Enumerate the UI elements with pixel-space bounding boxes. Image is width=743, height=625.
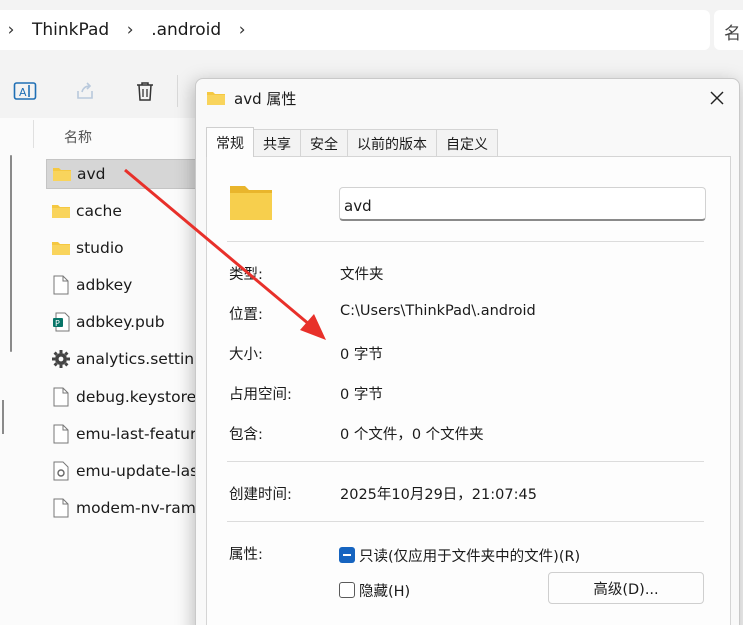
list-item[interactable]: debug.keystore bbox=[46, 382, 206, 412]
advanced-button[interactable]: 高级(D)... bbox=[548, 572, 704, 604]
share-button[interactable] bbox=[70, 78, 100, 104]
breadcrumb: › ThinkPad › .android › bbox=[0, 10, 710, 50]
file-name: emu-update-last bbox=[76, 462, 205, 480]
folder-icon bbox=[51, 238, 71, 258]
close-icon bbox=[710, 91, 724, 105]
explorer-window: › ThinkPad › .android › 名 A 名称 avd cache… bbox=[0, 0, 743, 625]
chevron-right-icon[interactable]: › bbox=[231, 20, 253, 40]
delete-icon bbox=[137, 82, 153, 101]
column-divider bbox=[33, 120, 34, 148]
created-value: 2025年10月29日，21:07:45 bbox=[340, 487, 537, 503]
file-name: adbkey bbox=[76, 276, 133, 294]
list-item[interactable]: P adbkey.pub bbox=[46, 307, 206, 337]
file-name: studio bbox=[76, 239, 124, 257]
chevron-right-icon[interactable]: › bbox=[119, 20, 141, 40]
dialog-title-bar: avd 属性 bbox=[206, 87, 296, 109]
dialog-title: avd 属性 bbox=[234, 89, 297, 108]
properties-dialog: avd 属性 常规 共享 安全 以前的版本 自定义 类型: bbox=[195, 78, 740, 625]
publisher-file-icon: P bbox=[51, 312, 71, 332]
file-name: adbkey.pub bbox=[76, 313, 165, 331]
hidden-label[interactable]: 隐藏(H) bbox=[359, 580, 410, 601]
contains-value: 0 个文件，0 个文件夹 bbox=[340, 427, 484, 443]
delete-button[interactable] bbox=[130, 78, 160, 104]
created-label: 创建时间: bbox=[229, 487, 292, 503]
file-name: avd bbox=[77, 165, 106, 183]
tab-previous-versions[interactable]: 以前的版本 bbox=[347, 129, 437, 157]
list-item[interactable]: studio bbox=[46, 233, 206, 263]
location-label: 位置: bbox=[229, 307, 263, 323]
toolbar: A bbox=[0, 60, 200, 120]
column-header-name[interactable]: 名称 bbox=[64, 127, 92, 147]
folder-icon bbox=[206, 88, 226, 108]
list-item[interactable]: adbkey bbox=[46, 270, 206, 300]
search-box-stub[interactable]: 名 bbox=[714, 10, 743, 50]
list-item[interactable]: avd bbox=[46, 159, 206, 189]
divider bbox=[227, 461, 704, 462]
list-item[interactable]: modem-nv-ram- bbox=[46, 493, 206, 523]
file-icon bbox=[51, 498, 71, 518]
svg-text:P: P bbox=[55, 319, 60, 328]
breadcrumb-android[interactable]: .android bbox=[141, 20, 231, 40]
type-label: 类型: bbox=[229, 267, 263, 283]
vertical-scrollbar[interactable] bbox=[10, 155, 12, 352]
file-name: analytics.settings bbox=[76, 350, 206, 368]
file-name: modem-nv-ram- bbox=[76, 499, 202, 517]
size-on-disk-label: 占用空间: bbox=[229, 387, 292, 403]
list-item[interactable]: emu-update-last bbox=[46, 456, 206, 486]
general-tab-panel: 类型: 文件夹 位置: C:\Users\ThinkPad\.android 大… bbox=[206, 156, 731, 625]
contains-label: 包含: bbox=[229, 427, 263, 443]
file-icon bbox=[51, 275, 71, 295]
rename-button[interactable]: A bbox=[10, 78, 40, 104]
tab-sharing[interactable]: 共享 bbox=[253, 129, 301, 157]
toolbar-divider bbox=[177, 75, 178, 107]
list-item[interactable]: emu-last-feature bbox=[46, 419, 206, 449]
chevron-right-icon[interactable]: › bbox=[0, 20, 22, 40]
file-icon bbox=[51, 424, 71, 444]
file-name: debug.keystore bbox=[76, 388, 197, 406]
hidden-checkbox[interactable] bbox=[339, 582, 355, 598]
share-icon bbox=[77, 82, 93, 99]
tab-customize[interactable]: 自定义 bbox=[436, 129, 498, 157]
tab-general[interactable]: 常规 bbox=[206, 127, 254, 157]
folder-icon bbox=[228, 182, 274, 226]
tab-bar: 常规 共享 安全 以前的版本 自定义 bbox=[206, 127, 498, 157]
scroll-indicator[interactable] bbox=[2, 400, 4, 434]
size-on-disk-value: 0 字节 bbox=[340, 387, 383, 403]
folder-icon bbox=[51, 201, 71, 221]
readonly-checkbox[interactable] bbox=[339, 547, 355, 563]
svg-text:A: A bbox=[19, 86, 27, 99]
size-label: 大小: bbox=[229, 347, 263, 363]
tab-security[interactable]: 安全 bbox=[300, 129, 348, 157]
folder-icon bbox=[52, 164, 72, 184]
folder-name-input[interactable] bbox=[339, 187, 706, 221]
size-value: 0 字节 bbox=[340, 347, 383, 363]
breadcrumb-thinkpad[interactable]: ThinkPad bbox=[22, 20, 119, 40]
close-button[interactable] bbox=[701, 85, 733, 111]
file-name: emu-last-feature bbox=[76, 425, 206, 443]
divider bbox=[227, 241, 704, 242]
location-value: C:\Users\ThinkPad\.android bbox=[340, 303, 536, 319]
attributes-label: 属性: bbox=[229, 547, 263, 563]
file-name: cache bbox=[76, 202, 122, 220]
readonly-label[interactable]: 只读(仅应用于文件夹中的文件)(R) bbox=[359, 545, 580, 566]
settings-file-icon bbox=[51, 349, 71, 369]
type-value: 文件夹 bbox=[340, 267, 384, 283]
list-item[interactable]: cache bbox=[46, 196, 206, 226]
file-icon bbox=[51, 387, 71, 407]
config-file-icon bbox=[51, 461, 71, 481]
list-item[interactable]: analytics.settings bbox=[46, 344, 206, 374]
rename-icon: A bbox=[13, 82, 37, 100]
divider bbox=[227, 521, 704, 522]
